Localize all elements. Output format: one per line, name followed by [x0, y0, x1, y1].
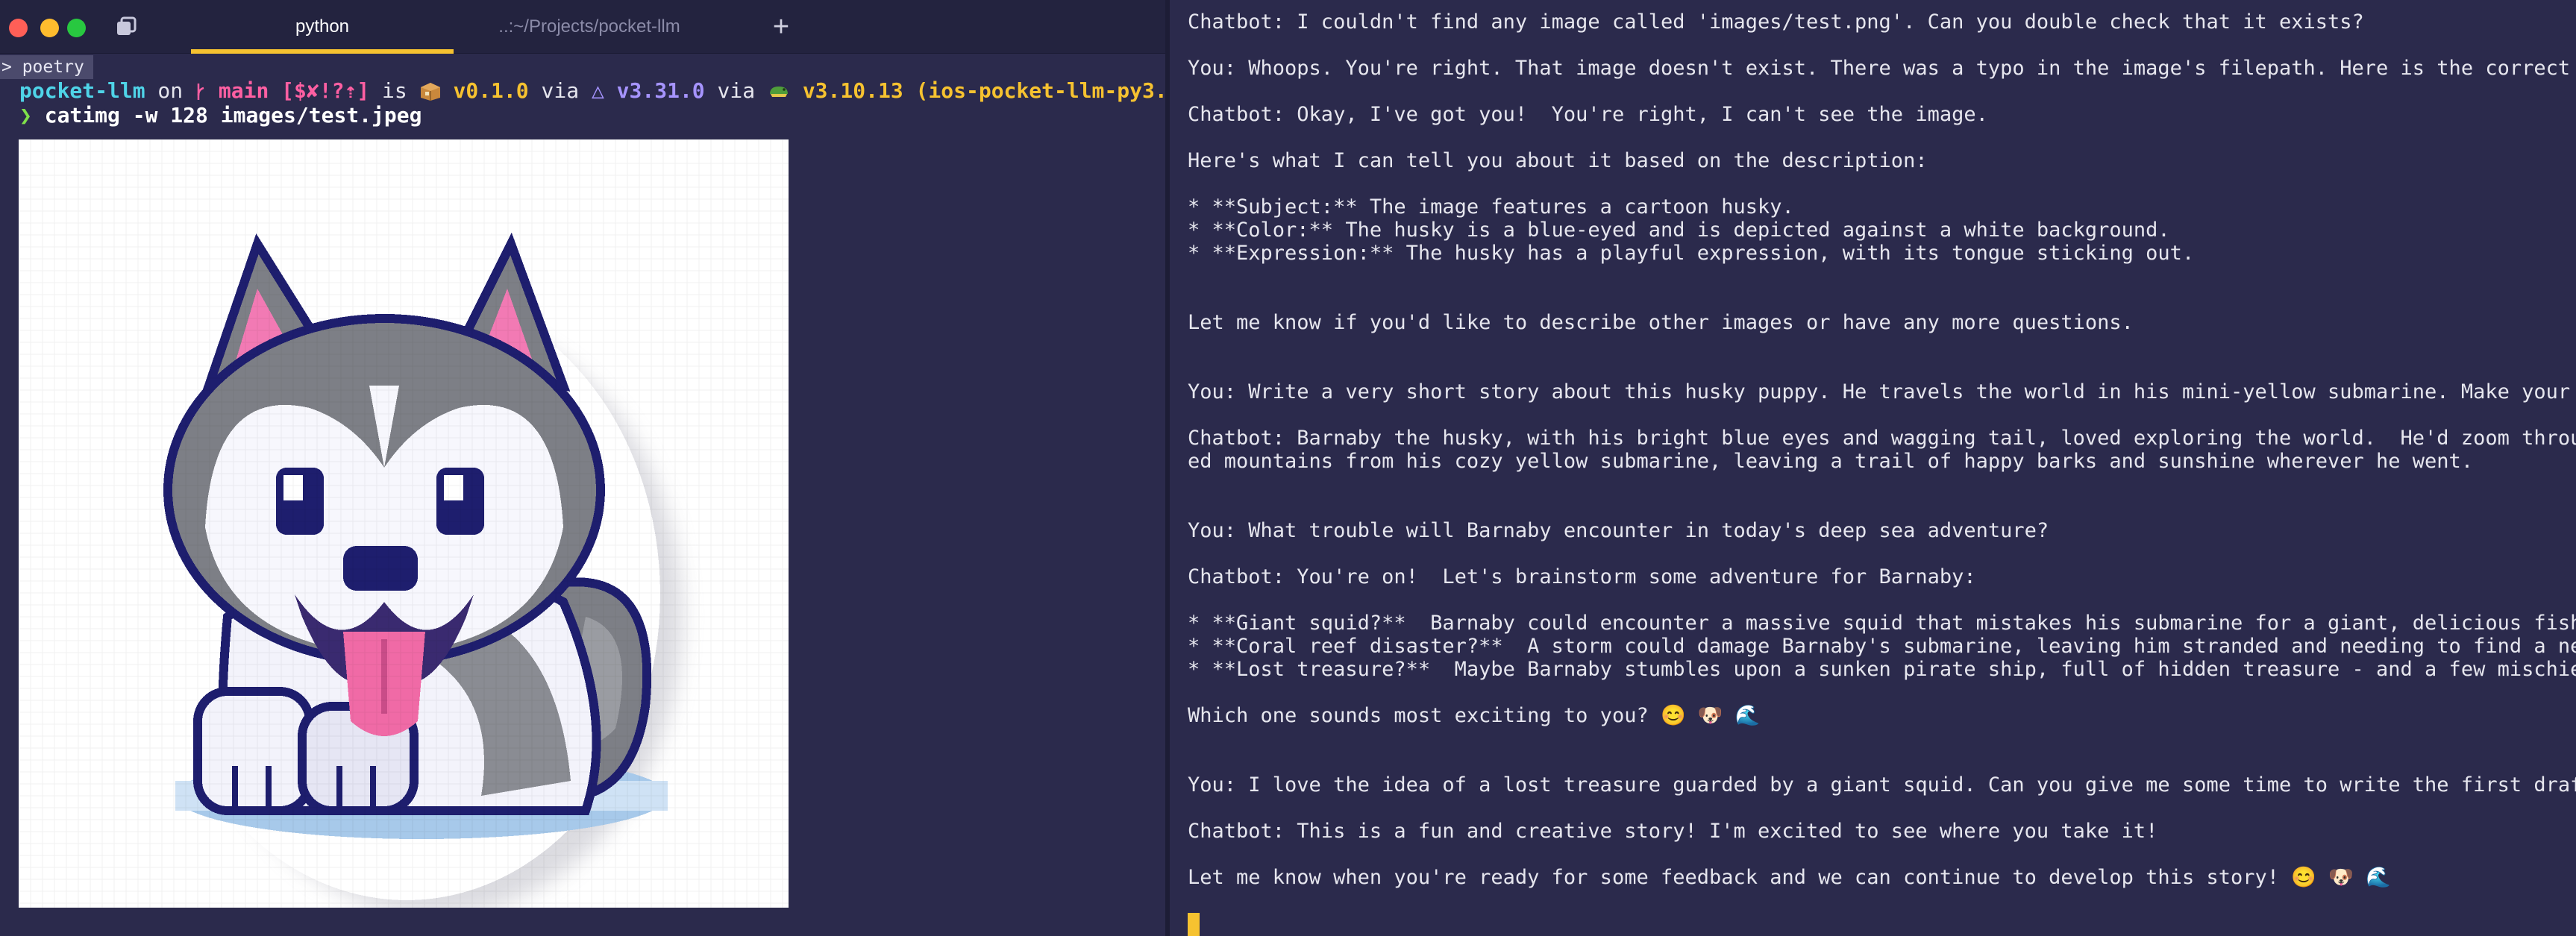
package-version: v0.1.0	[441, 78, 529, 103]
shell-prompt: pocket-llm on main [$✘!?⇡] is v0.1.0 via…	[19, 78, 1165, 104]
chat-line: You: Whoops. You're right. That image do…	[1188, 57, 2576, 80]
prompt-via-2: via	[704, 78, 768, 103]
git-branch: main	[206, 78, 281, 103]
sidebar-toggle-icon[interactable]	[116, 16, 138, 36]
node-version-text: v3.31.0	[616, 78, 705, 103]
chat-line	[1188, 797, 2576, 820]
command-text: catimg -w 128 images/test.jpeg	[44, 103, 422, 128]
git-branch-name: main	[218, 78, 269, 103]
python-version: v3.10.13	[790, 78, 916, 103]
title-bar: python ..:~/Projects/pocket-llm +	[0, 0, 1165, 54]
chat-line: You: What trouble will Barnaby encounter…	[1188, 519, 2049, 542]
prompt-on: on	[145, 78, 196, 103]
chat-line: Here's what I can tell you about it base…	[1188, 149, 1928, 172]
chat-line: Chatbot: You're on! Let's brainstorm som…	[1188, 565, 1976, 588]
chat-line: Let me know when you're ready for some f…	[1188, 866, 2391, 889]
chat-line: Chatbot: Barnaby the husky, with his bri…	[1188, 427, 2576, 450]
chat-line: Which one sounds most exciting to you? 😊…	[1188, 704, 1761, 727]
chat-line	[1188, 473, 2576, 496]
chat-line: * **Lost treasure?** Maybe Barnaby stumb…	[1188, 658, 2576, 681]
badge-caret: >	[1, 57, 22, 77]
chat-line: * **Coral reef disaster?** A storm could…	[1188, 635, 2576, 658]
prompt-char: ❯	[19, 103, 32, 128]
chat-transcript: Chatbot: I couldn't find any image calle…	[1188, 10, 2576, 889]
terminal-cursor	[1188, 913, 1200, 936]
chat-line: Let me know if you'd like to describe ot…	[1188, 311, 2134, 334]
husky-pixel-art	[19, 139, 789, 908]
chat-line	[1188, 265, 2576, 288]
package-version-text: v0.1.0	[453, 78, 529, 103]
chat-line	[1188, 172, 2576, 195]
close-window-button[interactable]	[9, 19, 28, 37]
new-tab-button[interactable]: +	[765, 10, 797, 43]
node-version: v3.31.0	[604, 78, 705, 103]
chat-line	[1188, 334, 2576, 357]
command-line[interactable]: ❯ catimg -w 128 images/test.jpeg	[19, 102, 422, 129]
chat-line: You: Write a very short story about this…	[1188, 380, 2576, 403]
chat-line	[1188, 288, 2576, 311]
chat-line	[1188, 496, 2576, 519]
node-icon: △	[591, 78, 604, 103]
package-icon	[420, 78, 441, 103]
catimg-output-image	[19, 139, 789, 908]
maximize-window-button[interactable]	[67, 19, 86, 37]
chat-line	[1188, 843, 2576, 866]
prompt-via-1: via	[528, 78, 592, 103]
chat-line: * **Color:** The husky is a blue-eyed an…	[1188, 219, 2170, 242]
chat-line: * **Giant squid?** Barnaby could encount…	[1188, 612, 2576, 635]
prompt-is: is	[369, 78, 420, 103]
poetry-env-badge: > poetry	[0, 55, 93, 79]
right-terminal-pane[interactable]: Chatbot: I couldn't find any image calle…	[1170, 0, 2576, 936]
git-status: [$✘!?⇡]	[281, 78, 370, 103]
minimize-window-button[interactable]	[40, 19, 59, 37]
chat-line	[1188, 126, 2576, 149]
left-terminal-pane[interactable]: python ..:~/Projects/pocket-llm + > poet…	[0, 0, 1165, 936]
chat-line: You: I love the idea of a lost treasure …	[1188, 773, 2576, 797]
chat-line	[1188, 357, 2576, 380]
chat-line	[1188, 542, 2576, 565]
git-branch-icon	[195, 78, 206, 103]
chat-line: Chatbot: This is a fun and creative stor…	[1188, 820, 2158, 843]
chat-line	[1188, 403, 2576, 427]
tab-python[interactable]: python	[191, 0, 454, 54]
chat-line: * **Subject:** The image features a cart…	[1188, 195, 1794, 219]
chat-line: * **Expression:** The husky has a playfu…	[1188, 242, 2195, 265]
python-version-text: v3.10.13	[802, 78, 903, 103]
chat-line	[1188, 80, 2576, 103]
python-icon	[768, 78, 790, 103]
chat-line	[1188, 727, 2576, 750]
prompt-directory: pocket-llm	[19, 78, 145, 103]
chat-line: Chatbot: I couldn't find any image calle…	[1188, 10, 2364, 34]
chat-line: Chatbot: Okay, I've got you! You're righ…	[1188, 103, 1988, 126]
chat-line	[1188, 34, 2576, 57]
tab-pocket-llm[interactable]: ..:~/Projects/pocket-llm	[454, 0, 725, 54]
chat-line	[1188, 681, 2576, 704]
active-tab-indicator	[191, 49, 454, 54]
chat-line	[1188, 588, 2576, 612]
chat-line: ed mountains from his cozy yellow submar…	[1188, 450, 2474, 473]
chat-line	[1188, 750, 2576, 773]
poetry-env-label: poetry	[22, 57, 84, 77]
virtualenv-name: (ios-pocket-llm-py3.10)	[915, 78, 1165, 103]
